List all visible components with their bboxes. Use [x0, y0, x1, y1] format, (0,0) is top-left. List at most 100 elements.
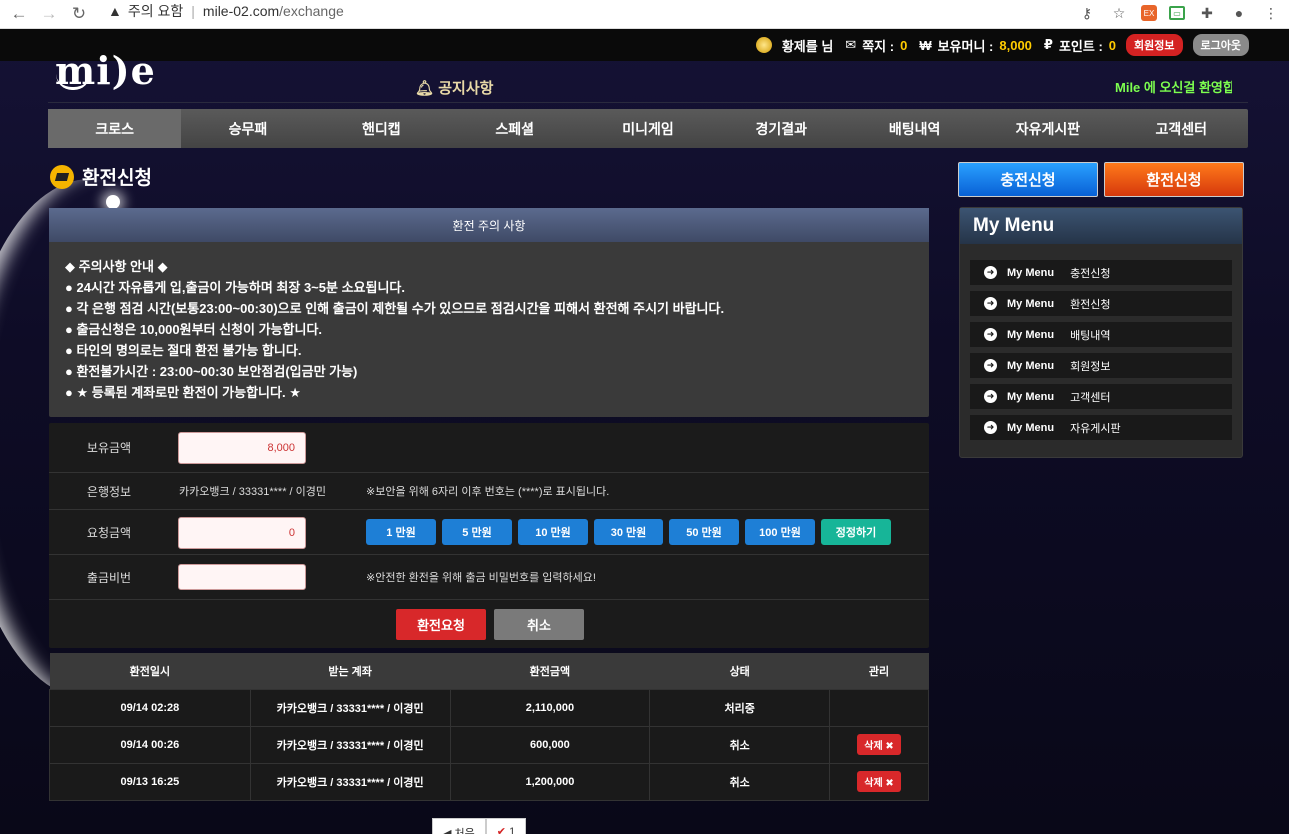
check-icon: ✔ [496, 826, 506, 834]
amount-300k-button[interactable]: 30 만원 [594, 519, 663, 545]
site-logo[interactable]: mi)e [55, 48, 156, 93]
amount-500k-button[interactable]: 50 만원 [669, 519, 739, 545]
pagination: ◀ 처음 ✔ 1 [432, 818, 527, 834]
my-menu-prefix: My Menu [1007, 421, 1055, 434]
moon-glow-decoration [106, 195, 120, 209]
header-divider [48, 102, 1248, 103]
puzzle-icon[interactable]: ✚ [1197, 3, 1217, 23]
cell-account: 카카오뱅크 / 33331**** / 이경민 [249, 688, 451, 727]
cell-status: 취소 [649, 762, 831, 801]
cell-account: 카카오뱅크 / 33331**** / 이경민 [249, 762, 451, 801]
notice-heading: ◆ 주의사항 안내 ◆ [65, 259, 168, 274]
bank-row: 은행정보 카카오뱅크 / 33331**** / 이경민 ※보안을 위해 6자리… [49, 473, 929, 510]
address-bar[interactable]: ▲ 주의 요함 | mile-02.com/exchange [108, 0, 344, 22]
request-label: 요청금액 [86, 525, 132, 540]
my-menu-title: My Menu [960, 208, 1242, 244]
arrow-right-icon: ➜ [984, 390, 997, 403]
nav-item-cross[interactable]: 크로스 [48, 109, 182, 148]
amount-100k-button[interactable]: 10 만원 [518, 519, 588, 545]
nav-item-support[interactable]: 고객센터 [1115, 109, 1248, 148]
delete-button[interactable]: 삭제 ✖ [857, 734, 901, 755]
my-menu-label: 배팅내역 [1070, 329, 1111, 342]
bell-icon: 🔔︎ [415, 80, 435, 97]
balance-field: 8,000 [178, 432, 306, 464]
column-header: 관리 [829, 653, 929, 689]
star-icon[interactable]: ☆ [1109, 3, 1129, 23]
password-row: 출금비번 ※안전한 환전을 위해 출금 비밀번호를 입력하세요! [49, 555, 929, 600]
nav-item-minigame[interactable]: 미니게임 [581, 109, 714, 148]
amount-buttons: 1 만원 5 만원 10 만원 30 만원 50 만원 100 만원 정정하기 [366, 519, 891, 545]
submit-exchange-button[interactable]: 환전요청 [396, 609, 486, 640]
withdraw-password-input[interactable] [178, 564, 306, 590]
amount-50k-button[interactable]: 5 만원 [442, 519, 512, 545]
cell-action [829, 688, 929, 727]
cell-amount: 1,200,000 [449, 762, 651, 801]
notice-line: ● ★ 등록된 계좌로만 환전이 가능합니다. ★ [65, 385, 301, 400]
messages-label[interactable]: 쪽지 : [862, 36, 894, 55]
my-menu-label: 환전신청 [1070, 298, 1111, 311]
notice-link[interactable]: 🔔︎ 공지사항 [415, 77, 493, 98]
my-menu-item-member-info[interactable]: ➜ My Menu 회원정보 [970, 353, 1232, 378]
mail-icon[interactable]: ✉ [845, 37, 856, 53]
user-bar: 황제를 님 ✉ 쪽지 : 0 ₩ 보유머니 : 8,000 ₽ 포인트 : 0 … [0, 29, 1289, 61]
money-label: 보유머니 : [937, 38, 994, 54]
my-menu-item-bet-history[interactable]: ➜ My Menu 배팅내역 [970, 322, 1232, 347]
forward-icon[interactable]: → [38, 3, 60, 25]
nav-item-free-board[interactable]: 자유게시판 [981, 109, 1114, 148]
exchange-request-button[interactable]: 환전신청 [1104, 162, 1244, 197]
key-icon[interactable]: ⚷ [1077, 3, 1097, 23]
nav-item-special[interactable]: 스페셜 [448, 109, 581, 148]
page: 황제를 님 ✉ 쪽지 : 0 ₩ 보유머니 : 8,000 ₽ 포인트 : 0 … [0, 29, 1289, 834]
nav-item-win-draw-lose[interactable]: 승무패 [181, 109, 314, 148]
balance-label: 보유금액 [86, 441, 132, 455]
charge-request-button[interactable]: 충전신청 [958, 162, 1098, 197]
my-menu-item-free-board[interactable]: ➜ My Menu 자유게시판 [970, 415, 1232, 440]
extension-green-icon[interactable]: ▭ [1169, 6, 1185, 20]
exchange-history-table: 환전일시 받는 계좌 환전금액 상태 관리 09/14 02:28 카카오뱅크 … [49, 653, 929, 801]
my-menu-item-exchange[interactable]: ➜ My Menu 환전신청 [970, 291, 1232, 316]
coin-icon [755, 37, 772, 53]
security-warning: 주의 요함 [127, 3, 184, 19]
nav-item-results[interactable]: 경기결과 [715, 109, 848, 148]
cell-amount: 600,000 [449, 725, 651, 764]
first-page-icon: ◀ [443, 828, 452, 834]
request-amount-input[interactable]: 0 [178, 517, 306, 549]
cancel-button[interactable]: 취소 [494, 609, 584, 640]
back-icon[interactable]: ← [8, 3, 30, 25]
amount-10k-button[interactable]: 1 만원 [366, 519, 436, 545]
notice-line: ● 환전불가시간 : 23:00~00:30 보안점검(입금만 가능) [65, 364, 358, 379]
exchange-notice: 환전 주의 사항 ◆ 주의사항 안내 ◆ ● 24시간 자유롭게 입,출금이 가… [49, 208, 929, 417]
extension-icon[interactable]: EX [1141, 5, 1157, 21]
my-menu-prefix: My Menu [1007, 328, 1055, 341]
cell-date: 09/14 02:28 [49, 688, 251, 727]
cell-amount: 2,110,000 [449, 688, 651, 727]
profile-icon[interactable]: ● [1229, 3, 1249, 23]
pager-first-button[interactable]: ◀ 처음 [432, 818, 486, 834]
page-title-block: 환전신청 [50, 163, 152, 190]
nav-item-bet-history[interactable]: 배팅내역 [848, 109, 981, 148]
exchange-form: 보유금액 8,000 은행정보 카카오뱅크 / 33331**** / 이경민 … [49, 423, 929, 648]
reset-amount-button[interactable]: 정정하기 [821, 519, 891, 545]
messages-count: 0 [900, 37, 908, 53]
won-icon: ₩ [919, 37, 932, 53]
pager-page-label: 1 [509, 826, 516, 834]
member-info-button[interactable]: 회원정보 [1126, 34, 1183, 56]
my-menu-label: 고객센터 [1070, 391, 1111, 404]
cell-action: 삭제 ✖ [829, 725, 929, 764]
pager-page-button[interactable]: ✔ 1 [485, 818, 527, 834]
point-icon: ₽ [1043, 37, 1053, 52]
cell-status: 처리중 [649, 688, 831, 727]
my-menu-prefix: My Menu [1007, 359, 1055, 372]
my-menu-prefix: My Menu [1007, 297, 1055, 310]
my-menu-item-charge[interactable]: ➜ My Menu 충전신청 [970, 260, 1232, 285]
nav-item-handicap[interactable]: 핸디캡 [315, 109, 448, 148]
delete-button[interactable]: 삭제 ✖ [857, 771, 901, 792]
more-icon[interactable]: ⋮ [1261, 3, 1281, 23]
request-row: 요청금액 0 1 만원 5 만원 10 만원 30 만원 50 만원 100 만… [49, 510, 929, 555]
my-menu-item-support[interactable]: ➜ My Menu 고객센터 [970, 384, 1232, 409]
url-host: mile-02.com [202, 3, 280, 19]
reload-icon[interactable]: ↻ [68, 3, 90, 25]
page-title: 환전신청 [82, 168, 152, 189]
amount-1m-button[interactable]: 100 만원 [745, 519, 815, 545]
logout-button[interactable]: 로그아웃 [1192, 34, 1249, 56]
